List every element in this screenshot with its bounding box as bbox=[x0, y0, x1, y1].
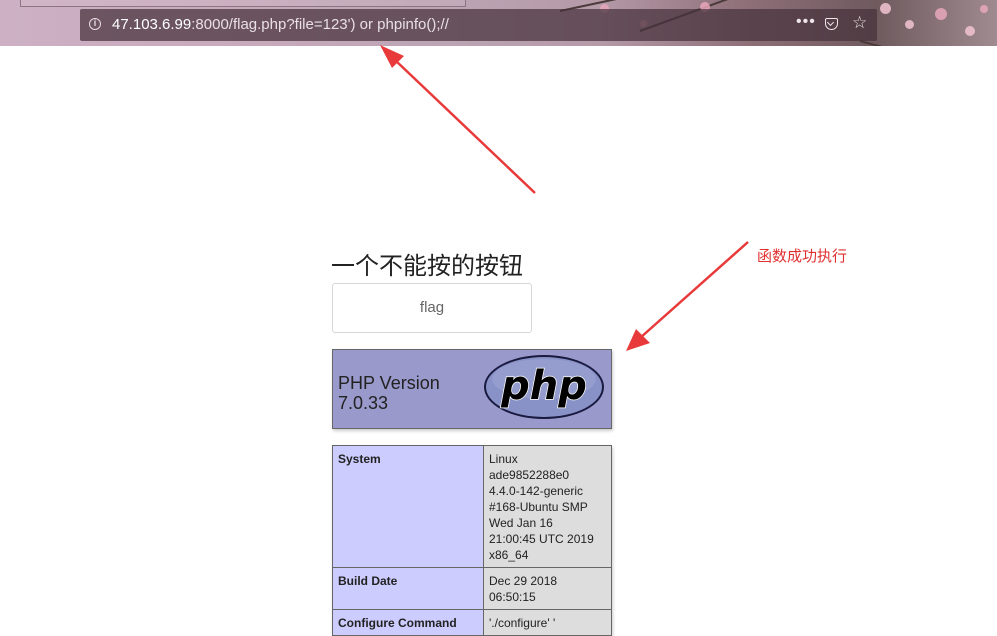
annotation-arrows bbox=[380, 45, 749, 351]
arrow-to-phpinfo-shaft bbox=[639, 241, 749, 339]
annotation-text: 函数成功执行 bbox=[757, 247, 848, 265]
arrow-to-url-shaft bbox=[394, 59, 536, 194]
